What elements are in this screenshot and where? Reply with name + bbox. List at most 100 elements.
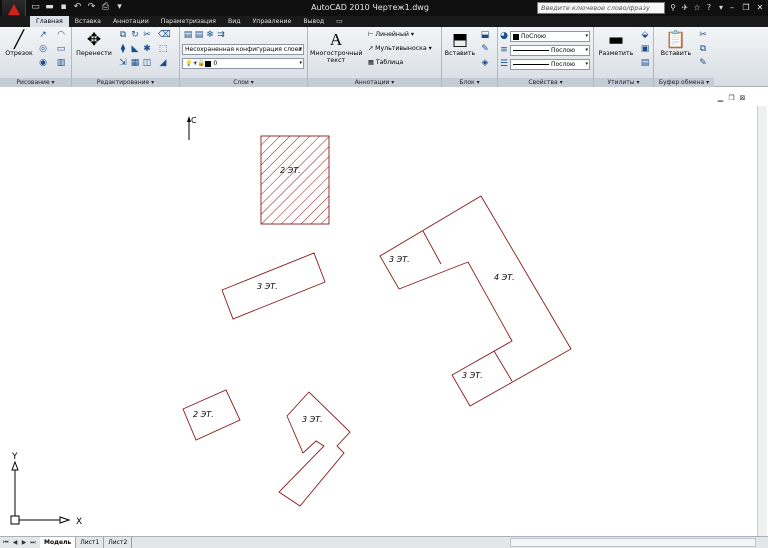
ribbon: ╱ Отрезок ↗ ◎ ◉ ◠ ▭ ▥ Рисование ▾ ✥ Пере… — [0, 27, 768, 87]
offset-icon[interactable]: ◫ — [142, 58, 152, 68]
draw-panel-title[interactable]: Рисование ▾ — [0, 78, 71, 87]
tab-insert[interactable]: Вставка — [69, 16, 107, 27]
block-edit-icon[interactable]: ✎ — [480, 44, 490, 54]
multileader-button[interactable]: ↗ Мультивыноска ▾ — [368, 45, 432, 52]
copy-icon[interactable]: ⧉ — [118, 30, 128, 40]
calculator-icon[interactable]: ▣ — [640, 44, 650, 54]
dim-linear-button[interactable]: ⊢ Линейный ▾ — [368, 31, 414, 38]
trim-icon[interactable]: ✂ — [142, 30, 152, 40]
lineweight-select[interactable]: Послою ▾ — [510, 59, 590, 70]
redo-icon[interactable]: ↷ — [86, 2, 97, 13]
match-clip-icon[interactable]: ✎ — [698, 58, 708, 68]
undo-icon[interactable]: ↶ — [72, 2, 83, 13]
tab-parametric[interactable]: Параметризация — [155, 16, 222, 27]
match-properties-icon[interactable]: ◕ — [499, 31, 509, 41]
ucs-icon — [10, 460, 71, 525]
layers-panel-title[interactable]: Слои ▾ — [180, 78, 307, 87]
measure-icon: ▬ — [607, 30, 625, 50]
block-attribute-icon[interactable]: ◈ — [480, 58, 490, 68]
help-icon[interactable]: ? — [704, 2, 714, 14]
new-icon[interactable]: ▭ — [30, 2, 41, 13]
horizontal-scrollbar[interactable] — [510, 538, 756, 547]
linetype-icon[interactable]: ≡ — [499, 45, 509, 55]
erase-icon[interactable]: ⌫ — [158, 30, 171, 40]
id-point-icon[interactable]: ▤ — [640, 58, 650, 68]
array-icon[interactable]: ▦ — [130, 58, 140, 68]
copy-clip-icon[interactable]: ⧉ — [698, 44, 708, 54]
layout-tab-model[interactable]: Модель — [40, 537, 77, 548]
layer-select[interactable]: 💡☀🔓 0 ▾ — [182, 58, 304, 69]
arc-icon[interactable]: ◠ — [56, 30, 66, 40]
print-icon[interactable]: ⎙ — [100, 2, 111, 13]
ribbon-minimize-icon[interactable]: ▭ — [330, 16, 349, 27]
tab-view[interactable]: Вид — [222, 16, 247, 27]
tab-manage[interactable]: Управление — [247, 16, 298, 27]
building-hatched[interactable] — [260, 135, 330, 225]
mtext-button[interactable]: A Многострочный текст — [310, 30, 362, 64]
table-button[interactable]: ▦ Таблица — [368, 59, 403, 66]
chamfer-icon[interactable]: ◢ — [158, 58, 168, 68]
utilities-panel-title[interactable]: Утилиты ▾ — [594, 78, 653, 87]
layout-tab-sheet1[interactable]: Лист1 — [76, 537, 105, 548]
clipboard-panel-title[interactable]: Буфер обмена ▾ — [654, 78, 714, 87]
fillet-icon[interactable]: ◣ — [130, 44, 140, 54]
modify-panel-title[interactable]: Редактирование ▾ — [72, 78, 179, 87]
maximize-icon[interactable]: ❐ — [740, 2, 752, 13]
linetype-select[interactable]: Послою ▾ — [510, 45, 590, 56]
explode-icon[interactable]: ✱ — [142, 44, 152, 54]
hatch-icon[interactable]: ▥ — [56, 58, 66, 68]
open-icon[interactable]: ▬ — [44, 2, 55, 13]
viewport-close-icon[interactable]: ⊠ — [738, 94, 747, 103]
viewport-restore-icon[interactable]: ❐ — [727, 94, 736, 103]
binoculars-icon[interactable]: ⚲ — [668, 2, 678, 14]
qat-dropdown-icon[interactable]: ▾ — [114, 2, 125, 13]
layer-properties-icon[interactable]: ▤ — [183, 30, 193, 40]
building-irregular[interactable] — [278, 391, 351, 507]
vertical-scrollbar[interactable] — [757, 106, 767, 536]
layer-freeze-icon[interactable]: ❄ — [205, 30, 215, 40]
layer-match-icon[interactable]: ⇉ — [216, 30, 226, 40]
color-select[interactable]: ПоСлою ▾ — [510, 31, 590, 42]
scale-icon[interactable]: ⬚ — [158, 44, 168, 54]
block-insert-button[interactable]: ⬒ Вставить — [444, 30, 476, 57]
save-icon[interactable]: ▪ — [58, 2, 69, 13]
viewport-minimize-icon[interactable]: ▁ — [716, 94, 725, 103]
block-create-icon[interactable]: ⬓ — [480, 30, 490, 40]
prev-tab-icon[interactable]: ◀ — [11, 538, 19, 547]
move-button[interactable]: ✥ Перенести — [76, 30, 112, 57]
search-input[interactable]: Введите ключевое слово/фразу — [537, 2, 665, 14]
layer-state-select[interactable]: Несохраненная конфигурация слоев ▾ — [182, 44, 304, 55]
annotation-panel-title[interactable]: Аннотации ▾ — [308, 78, 441, 87]
drawing-canvas[interactable]: С 2 ЭТ. 3 ЭТ. 3 ЭТ. 4 ЭТ. 3 ЭТ. 2 ЭТ. 3 … — [0, 88, 768, 536]
close-icon[interactable]: ✕ — [754, 2, 766, 13]
polyline-icon[interactable]: ↗ — [38, 30, 48, 40]
paste-label: Вставить — [660, 50, 692, 57]
properties-panel-title[interactable]: Свойства ▾ — [498, 78, 593, 87]
line-button[interactable]: ╱ Отрезок — [4, 30, 34, 57]
last-tab-icon[interactable]: ⏭ — [29, 538, 37, 547]
layout-tab-sheet2[interactable]: Лист2 — [104, 537, 133, 548]
tab-output[interactable]: Вывод — [297, 16, 330, 27]
help-dropdown-icon[interactable]: ▾ — [716, 2, 726, 14]
infocenter-icons: ⚲ ✈ ☆ ? ▾ — [668, 2, 726, 14]
block-panel-title[interactable]: Блок ▾ — [442, 78, 497, 87]
minimize-icon[interactable]: – — [726, 2, 738, 13]
mirror-icon[interactable]: ⧫ — [118, 44, 128, 54]
ellipse-icon[interactable]: ◉ — [38, 58, 48, 68]
first-tab-icon[interactable]: ⏮ — [2, 538, 10, 547]
quick-select-icon[interactable]: ⬙ — [640, 30, 650, 40]
stretch-icon[interactable]: ⇲ — [118, 58, 128, 68]
circle-icon[interactable]: ◎ — [38, 44, 48, 54]
rotate-icon[interactable]: ↻ — [130, 30, 140, 40]
next-tab-icon[interactable]: ▶ — [20, 538, 28, 547]
cut-icon[interactable]: ✂ — [698, 30, 708, 40]
paste-button[interactable]: 📋 Вставить — [656, 30, 696, 57]
layer-states-icon[interactable]: ▤ — [194, 30, 204, 40]
tab-annotate[interactable]: Аннотации — [107, 16, 155, 27]
tab-home[interactable]: Главная — [30, 16, 69, 27]
lineweight-icon[interactable]: ☰ — [499, 59, 509, 69]
star-icon[interactable]: ☆ — [692, 2, 702, 14]
rectangle-icon[interactable]: ▭ — [56, 44, 66, 54]
communication-icon[interactable]: ✈ — [680, 2, 690, 14]
measure-button[interactable]: ▬ Разметить — [596, 30, 636, 57]
